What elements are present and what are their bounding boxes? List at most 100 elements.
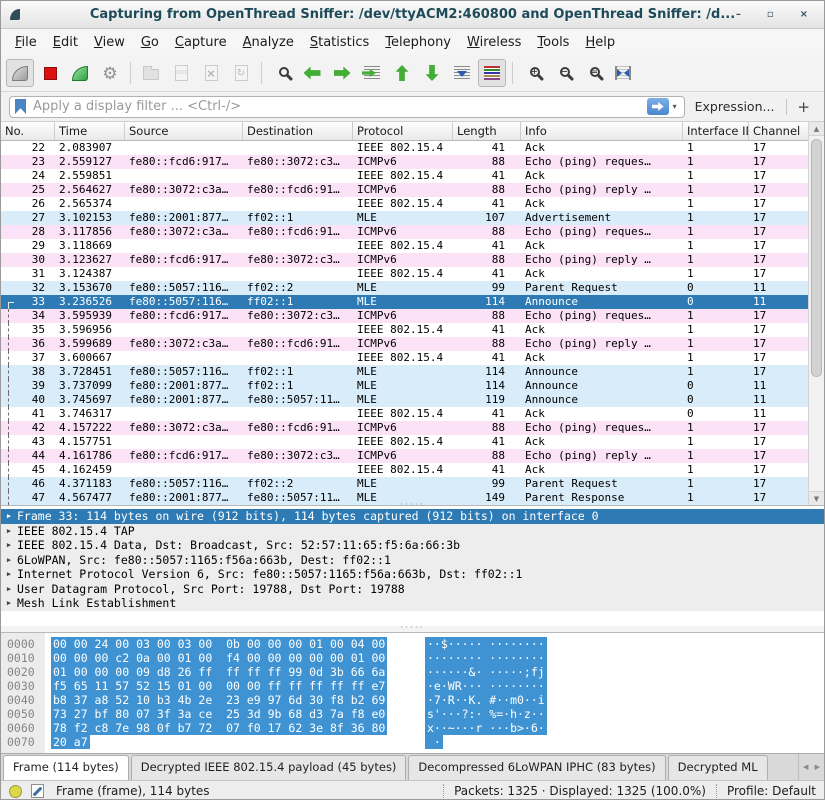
packet-row[interactable]: 262.565374IEEE 802.15.441Ack117 [1, 197, 810, 211]
hex-row[interactable]: 000000 00 24 00 03 00 03 00 0b 00 00 00 … [1, 637, 824, 651]
detail-line[interactable]: ▶Mesh Link Establishment [1, 596, 824, 611]
go-forward-button[interactable] [328, 59, 356, 87]
menu-item-help[interactable]: Help [577, 31, 623, 54]
expand-arrow-icon[interactable]: ▶ [1, 538, 17, 553]
close-button[interactable]: × [800, 10, 808, 20]
apply-filter-button[interactable] [647, 98, 669, 115]
packet-row[interactable]: 323.153670fe80::5057:116…ff02::2MLE99Par… [1, 281, 810, 295]
menu-item-analyze[interactable]: Analyze [235, 31, 302, 54]
packet-list-scrollbar[interactable]: ▲ ▼ [808, 122, 824, 505]
packet-row[interactable]: 313.124387IEEE 802.15.441Ack117 [1, 267, 810, 281]
capture-options-button[interactable] [96, 59, 124, 87]
packet-row[interactable]: 383.728451fe80::5057:116…ff02::1MLE114An… [1, 365, 810, 379]
expand-arrow-icon[interactable]: ▶ [1, 596, 17, 611]
scroll-up-arrow-icon[interactable]: ▲ [809, 122, 824, 136]
packet-row[interactable]: 444.161786fe80::fcd6:917…fe80::3072:c3…I… [1, 449, 810, 463]
detail-line[interactable]: ▶Internet Protocol Version 6, Src: fe80:… [1, 567, 824, 582]
tab-scroll-left-icon[interactable]: ◀ [803, 763, 808, 771]
hex-row[interactable]: 007020 a7 · [1, 735, 824, 749]
packet-row[interactable]: 222.083907IEEE 802.15.441Ack117 [1, 141, 810, 155]
packet-row[interactable]: 413.746317IEEE 802.15.441Ack011 [1, 407, 810, 421]
expand-arrow-icon[interactable]: ▶ [1, 524, 17, 539]
column-header-source[interactable]: Source [125, 122, 243, 140]
detail-line[interactable]: ▶6LoWPAN, Src: fe80::5057:1165:f56a:663b… [1, 553, 824, 568]
capture-comment-icon[interactable] [31, 784, 44, 798]
menu-item-statistics[interactable]: Statistics [302, 31, 377, 54]
packet-row[interactable]: 232.559127fe80::fcd6:917…fe80::3072:c3…I… [1, 155, 810, 169]
menu-item-edit[interactable]: Edit [45, 31, 86, 54]
find-packet-button[interactable] [268, 59, 296, 87]
menu-item-file[interactable]: File [7, 31, 45, 54]
scrollbar-thumb[interactable] [811, 139, 822, 377]
add-filter-button[interactable]: + [797, 98, 810, 116]
packet-row[interactable]: 283.117856fe80::3072:c3a…fe80::fcd6:91…I… [1, 225, 810, 239]
detail-line[interactable]: ▶Frame 33: 114 bytes on wire (912 bits),… [1, 509, 824, 524]
tab-decrypted-ieee-802-15-4-payload-45-bytes[interactable]: Decrypted IEEE 802.15.4 payload (45 byte… [131, 755, 407, 780]
expression-button[interactable]: Expression... [695, 99, 775, 114]
hex-row[interactable]: 0040b8 37 a8 52 10 b3 4b 2e 23 e9 97 6d … [1, 693, 824, 707]
packet-row[interactable]: 273.102153fe80::2001:877…ff02::1MLE107Ad… [1, 211, 810, 225]
zoom-in-button[interactable]: + [519, 59, 547, 87]
colorize-button[interactable] [478, 59, 506, 87]
packet-row[interactable]: 373.600667IEEE 802.15.441Ack117 [1, 351, 810, 365]
packet-row[interactable]: 333.236526fe80::5057:116…ff02::1MLE114An… [1, 295, 810, 309]
column-header-protocol[interactable]: Protocol [353, 122, 453, 140]
menu-item-view[interactable]: View [86, 31, 133, 54]
packet-row[interactable]: 353.596956IEEE 802.15.441Ack117 [1, 323, 810, 337]
tab-scroll-right-icon[interactable]: ▶ [815, 763, 820, 771]
column-header-channel[interactable]: Channel [749, 122, 810, 140]
detail-line[interactable]: ▶User Datagram Protocol, Src Port: 19788… [1, 582, 824, 597]
expand-arrow-icon[interactable]: ▶ [1, 582, 17, 597]
start-capture-button[interactable] [6, 59, 34, 87]
go-back-button[interactable] [298, 59, 326, 87]
packet-row[interactable]: 454.162459IEEE 802.15.441Ack117 [1, 463, 810, 477]
column-header-destination[interactable]: Destination [243, 122, 353, 140]
menu-item-capture[interactable]: Capture [167, 31, 235, 54]
tab-decrypted-ml[interactable]: Decrypted ML [668, 755, 768, 780]
packet-row[interactable]: 343.595939fe80::fcd6:917…fe80::3072:c3…I… [1, 309, 810, 323]
packet-row[interactable]: 424.157222fe80::3072:c3a…fe80::fcd6:91…I… [1, 421, 810, 435]
expand-arrow-icon[interactable]: ▶ [1, 553, 17, 568]
packet-row[interactable]: 393.737099fe80::2001:877…ff02::1MLE114An… [1, 379, 810, 393]
stop-capture-button[interactable] [36, 59, 64, 87]
hex-row[interactable]: 005073 27 bf 80 07 3f 3a ce 25 3d 9b 68 … [1, 707, 824, 721]
bookmark-icon[interactable] [15, 99, 26, 114]
expand-arrow-icon[interactable]: ▶ [1, 567, 17, 582]
menu-item-tools[interactable]: Tools [529, 31, 577, 54]
packet-row[interactable]: 242.559851IEEE 802.15.441Ack117 [1, 169, 810, 183]
menu-item-wireless[interactable]: Wireless [459, 31, 529, 54]
display-filter-input[interactable] [31, 98, 647, 115]
scroll-down-arrow-icon[interactable]: ▼ [809, 491, 824, 505]
tab-frame-114-bytes[interactable]: Frame (114 bytes) [3, 755, 129, 780]
column-header-interface-id[interactable]: Interface ID [683, 122, 749, 140]
auto-scroll-button[interactable] [448, 59, 476, 87]
hex-row[interactable]: 002001 00 00 00 09 d8 26 ff ff ff ff 99 … [1, 665, 824, 679]
hex-row[interactable]: 006078 f2 c8 7e 98 0f b7 72 07 f0 17 62 … [1, 721, 824, 735]
hex-row[interactable]: 0030f5 65 11 57 52 15 01 00 00 00 ff ff … [1, 679, 824, 693]
title-bar[interactable]: Capturing from OpenThread Sniffer: /dev/… [1, 1, 824, 29]
column-header-length[interactable]: Length [453, 122, 521, 140]
maximize-button[interactable]: ▫ [767, 10, 774, 20]
menu-item-telephony[interactable]: Telephony [377, 31, 459, 54]
packet-row[interactable]: 434.157751IEEE 802.15.441Ack117 [1, 435, 810, 449]
zoom-out-button[interactable]: − [549, 59, 577, 87]
column-header-time[interactable]: Time [55, 122, 125, 140]
packet-row[interactable]: 293.118669IEEE 802.15.441Ack117 [1, 239, 810, 253]
zoom-reset-button[interactable]: = [579, 59, 607, 87]
expert-info-icon[interactable] [9, 785, 22, 798]
detail-line[interactable]: ▶IEEE 802.15.4 TAP [1, 524, 824, 539]
detail-line[interactable]: ▶IEEE 802.15.4 Data, Dst: Broadcast, Src… [1, 538, 824, 553]
packet-row[interactable]: 363.599689fe80::3072:c3a…fe80::fcd6:91…I… [1, 337, 810, 351]
minimize-button[interactable]: – [736, 10, 741, 20]
filter-history-caret-icon[interactable]: ▾ [673, 102, 677, 111]
menu-item-go[interactable]: Go [133, 31, 167, 54]
expand-arrow-icon[interactable]: ▶ [1, 509, 17, 524]
packet-row[interactable]: 403.745697fe80::2001:877…fe80::5057:11…M… [1, 393, 810, 407]
packet-row[interactable]: 303.123627fe80::fcd6:917…fe80::3072:c3…I… [1, 253, 810, 267]
go-to-packet-button[interactable] [358, 59, 386, 87]
tab-decompressed-6lowpan-iphc-83-bytes[interactable]: Decompressed 6LoWPAN IPHC (83 bytes) [408, 755, 665, 780]
column-header-no[interactable]: No. [1, 122, 55, 140]
go-first-button[interactable] [388, 59, 416, 87]
status-profile[interactable]: Profile: Default [727, 784, 816, 798]
packet-row[interactable]: 464.371183fe80::5057:116…ff02::2MLE99Par… [1, 477, 810, 491]
